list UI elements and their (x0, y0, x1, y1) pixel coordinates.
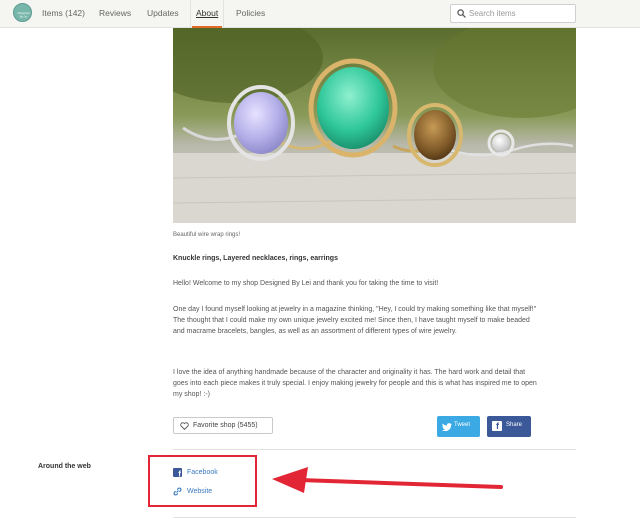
about-paragraph: One day I found myself looking at jewelr… (173, 306, 537, 335)
about-paragraph: I love the idea of anything handmade bec… (173, 369, 537, 398)
twitter-bird-icon (442, 423, 452, 431)
section-divider (173, 517, 576, 518)
svg-text:By Lei: By Lei (20, 15, 28, 19)
search-box[interactable] (450, 4, 576, 23)
shop-logo[interactable]: Designed By Lei (13, 3, 32, 22)
shop-tagline: Knuckle rings, Layered necklaces, rings,… (173, 255, 338, 262)
red-arrow-icon (272, 467, 503, 493)
facebook-share-button[interactable]: f Share (487, 416, 531, 437)
nav-about-label: About (196, 8, 219, 18)
facebook-icon: f (492, 421, 502, 431)
section-divider (173, 449, 576, 450)
nav-items[interactable]: Items (142) (42, 8, 85, 18)
nav-about-tab[interactable]: About (192, 0, 222, 28)
shop-about-photo (173, 28, 576, 223)
search-icon (457, 9, 466, 18)
nav-divider (190, 0, 191, 28)
around-the-web-heading: Around the web (38, 463, 91, 470)
nav-policies[interactable]: Policies (236, 8, 265, 18)
favorite-shop-button[interactable]: Favorite shop (5455) (173, 417, 273, 434)
nav-reviews[interactable]: Reviews (99, 8, 131, 18)
nav-updates[interactable]: Updates (147, 8, 179, 18)
favorite-shop-label: Favorite shop (5455) (193, 422, 258, 429)
nav-divider (223, 0, 224, 28)
tweet-button[interactable]: Tweet (437, 416, 480, 437)
shop-logo-icon: Designed By Lei (16, 11, 29, 19)
about-paragraph: Hello! Welcome to my shop Designed By Le… (173, 280, 439, 287)
photo-caption: Beautiful wire wrap rings! (173, 232, 241, 238)
shop-nav-bar: Designed By Lei Items (142) Reviews Upda… (0, 0, 640, 28)
tweet-label: Tweet (454, 422, 471, 428)
share-label: Share (506, 422, 523, 428)
highlight-box (148, 455, 257, 507)
search-input[interactable] (469, 7, 569, 20)
heart-icon (180, 422, 189, 430)
